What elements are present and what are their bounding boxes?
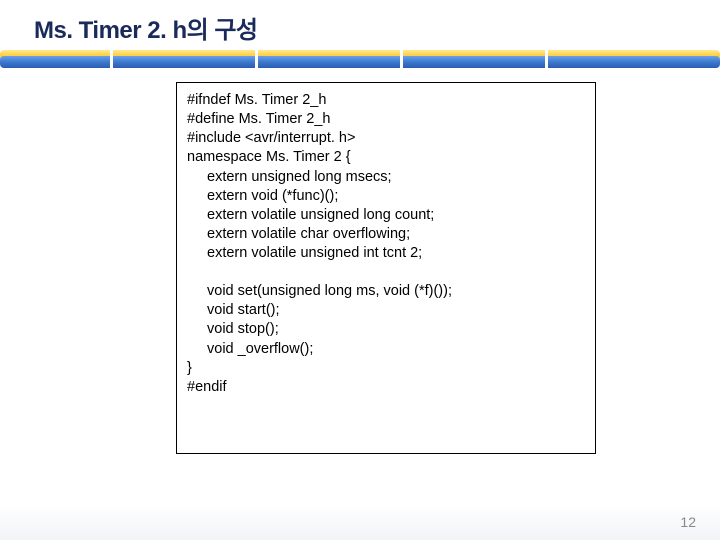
code-line: extern volatile unsigned int tcnt 2; [187, 244, 585, 263]
code-line: extern volatile unsigned long count; [187, 206, 585, 225]
title-underline [0, 50, 720, 70]
code-line: #ifndef Ms. Timer 2_h [187, 91, 585, 110]
page-number: 12 [680, 514, 696, 530]
tick-3 [400, 50, 403, 68]
slide-title: Ms. Timer 2. h의 구성 [34, 10, 258, 45]
footer-shade [0, 504, 720, 540]
code-line: extern volatile char overflowing; [187, 225, 585, 244]
code-line: } [187, 359, 585, 378]
code-line: extern unsigned long msecs; [187, 168, 585, 187]
code-blank [187, 263, 585, 282]
code-line: void start(); [187, 301, 585, 320]
code-line: void stop(); [187, 320, 585, 339]
code-box: #ifndef Ms. Timer 2_h #define Ms. Timer … [176, 82, 596, 454]
code-line: #include <avr/interrupt. h> [187, 129, 585, 148]
code-line: extern void (*func)(); [187, 187, 585, 206]
tick-2 [255, 50, 258, 68]
code-line: void _overflow(); [187, 340, 585, 359]
tick-1 [110, 50, 113, 68]
code-line: #endif [187, 378, 585, 397]
code-line: void set(unsigned long ms, void (*f)()); [187, 282, 585, 301]
tick-4 [545, 50, 548, 68]
code-line: namespace Ms. Timer 2 { [187, 148, 585, 167]
code-line: #define Ms. Timer 2_h [187, 110, 585, 129]
underline-blue [0, 56, 720, 68]
